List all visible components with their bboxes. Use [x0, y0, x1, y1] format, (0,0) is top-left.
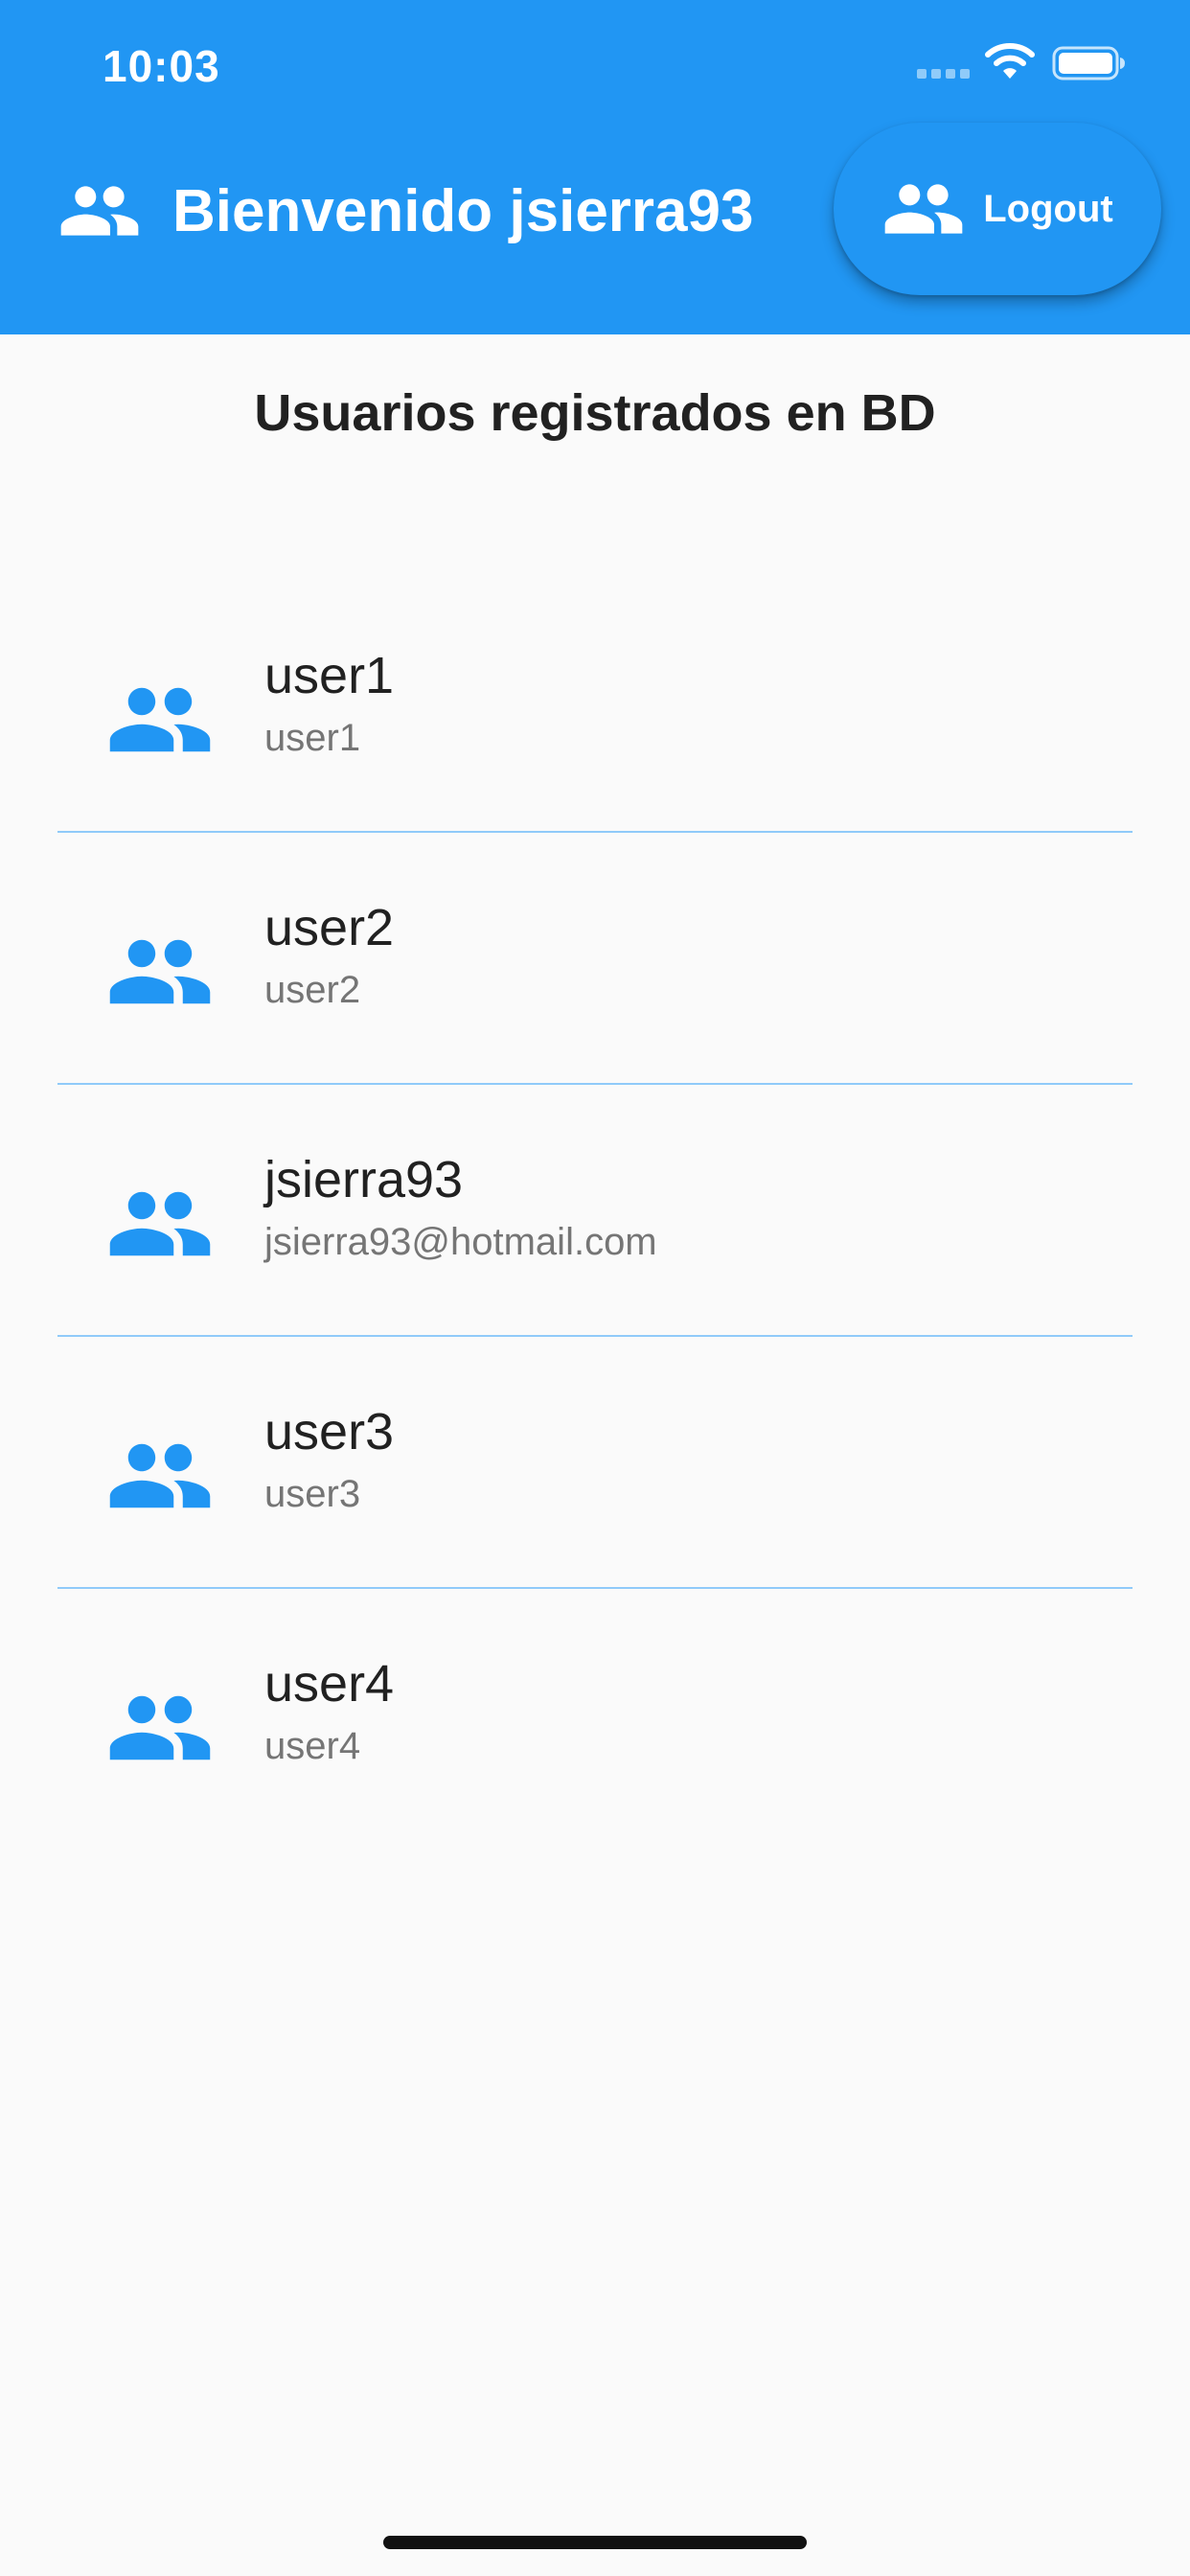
user-name: user4 — [264, 1655, 395, 1713]
app-bar: 10:03 Bienvenido jsierra93 Logout — [0, 0, 1190, 334]
home-indicator[interactable] — [383, 2536, 807, 2549]
page-title: Usuarios registrados en BD — [254, 384, 936, 442]
group-icon — [105, 665, 215, 774]
logout-button[interactable]: Logout — [834, 123, 1161, 295]
user-name: jsierra93 — [264, 1151, 464, 1208]
list-item-jsierra93[interactable]: jsierra93 jsierra93@hotmail.com — [57, 1085, 1133, 1337]
logout-label: Logout — [983, 187, 1113, 230]
group-icon — [105, 917, 215, 1026]
user-subtitle: jsierra93@hotmail.com — [264, 1221, 657, 1263]
status-bar-time: 10:03 — [103, 41, 220, 91]
list-item-user3[interactable]: user3 user3 — [57, 1337, 1133, 1589]
list-item-user1[interactable]: user1 user1 — [57, 581, 1133, 833]
group-icon — [105, 1673, 215, 1782]
group-icon — [57, 169, 142, 253]
user-subtitle: user3 — [264, 1473, 361, 1515]
signal-icon — [917, 69, 971, 80]
user-subtitle: user4 — [264, 1725, 361, 1767]
wifi-icon — [985, 43, 1035, 79]
user-name: user2 — [264, 899, 395, 956]
list-item-user2[interactable]: user2 user2 — [57, 833, 1133, 1085]
user-name: user3 — [264, 1403, 395, 1460]
app-title: Bienvenido jsierra93 — [172, 177, 754, 244]
user-subtitle: user2 — [264, 969, 361, 1011]
group-icon — [881, 167, 966, 251]
user-subtitle: user1 — [264, 717, 361, 759]
user-name: user1 — [264, 647, 395, 704]
group-icon — [105, 1169, 215, 1278]
group-icon — [105, 1421, 215, 1530]
battery-icon — [1052, 46, 1125, 80]
app-title-group: Bienvenido jsierra93 — [57, 171, 754, 251]
list-item-user4[interactable]: user4 user4 — [57, 1589, 1133, 1841]
user-list: user1 user1 user2 user2 jsierra93 jsierr… — [57, 581, 1133, 1841]
